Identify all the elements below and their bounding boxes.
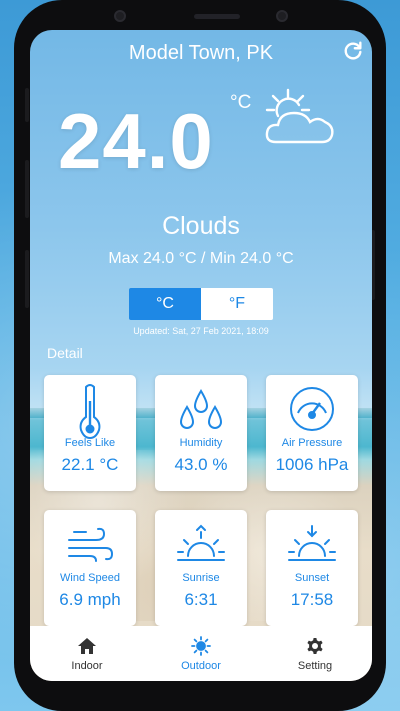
sunset-card[interactable]: Sunset 17:58 — [266, 510, 358, 626]
card-label: Sunset — [294, 572, 330, 584]
card-label: Feels Like — [64, 437, 116, 449]
home-icon — [78, 637, 96, 654]
location-title: Model Town, PK — [128, 42, 274, 64]
gauge-icon — [290, 387, 334, 431]
volume-button — [25, 160, 29, 218]
nav-label: Outdoor — [181, 659, 221, 672]
sunset-icon — [288, 525, 336, 561]
min-max-temperature: Max 24.0 °C / Min 24.0 °C — [108, 250, 294, 267]
refresh-icon[interactable] — [342, 40, 364, 62]
unit-toggle[interactable]: °C °F — [129, 288, 273, 320]
nav-label: Indoor — [71, 659, 103, 672]
camera-icon — [114, 10, 126, 22]
sunrise-card[interactable]: Sunrise 6:31 — [155, 510, 247, 626]
card-value: 22.1 °C — [61, 455, 119, 474]
speaker-grille — [194, 14, 240, 19]
thermometer-icon — [79, 384, 101, 439]
card-value: 6:31 — [184, 590, 218, 609]
card-label: Humidity — [179, 437, 223, 449]
humidity-card[interactable]: Humidity 43.0 % — [155, 375, 247, 491]
air-pressure-card[interactable]: Air Pressure 1006 hPa — [266, 375, 358, 491]
wind-icon — [68, 527, 114, 562]
temperature-unit: °C — [230, 92, 252, 113]
gear-icon — [307, 637, 323, 654]
celsius-button[interactable]: °C — [129, 288, 201, 320]
partly-cloudy-icon — [265, 88, 334, 144]
card-value: 6.9 mph — [59, 590, 121, 609]
nav-outdoor[interactable]: Outdoor — [144, 626, 258, 681]
fahrenheit-button[interactable]: °F — [201, 288, 273, 320]
camera-icon — [276, 10, 288, 22]
weather-condition: Clouds — [162, 212, 240, 240]
feels-like-card[interactable]: Feels Like 22.1 °C — [44, 375, 136, 491]
nav-label: Setting — [297, 659, 333, 672]
bixby-button — [25, 250, 29, 308]
sun-icon — [191, 635, 211, 656]
card-value: 17:58 — [290, 590, 334, 609]
bottom-navigation: Indoor Outdoor Setting — [30, 626, 372, 681]
card-value: 1006 hPa — [275, 455, 349, 474]
card-value: 43.0 % — [174, 455, 228, 474]
updated-timestamp: Updated: Sat, 27 Feb 2021, 18:09 — [133, 326, 269, 336]
detail-heading: Detail — [47, 345, 83, 361]
card-label: Sunrise — [182, 572, 220, 584]
card-label: Wind Speed — [60, 572, 120, 584]
app-screen: Model Town, PK 24.0 °C Clouds Max 24.0 °… — [30, 30, 372, 681]
wind-speed-card[interactable]: Wind Speed 6.9 mph — [44, 510, 136, 626]
nav-indoor[interactable]: Indoor — [30, 626, 144, 681]
volume-button — [25, 88, 29, 122]
nav-setting[interactable]: Setting — [258, 626, 372, 681]
sunrise-icon — [177, 524, 225, 561]
current-temperature: 24.0 — [58, 97, 214, 185]
humidity-drops-icon — [179, 389, 223, 429]
card-label: Air Pressure — [281, 437, 343, 449]
